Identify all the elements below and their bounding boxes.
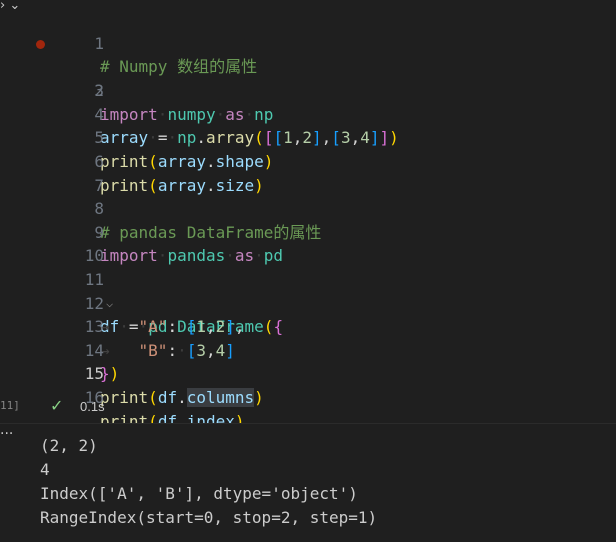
code-line-12: 12 → "A":·[1,2], <box>24 268 616 337</box>
output-line: (2, 2) <box>40 436 98 455</box>
code-line-10: 10 <box>24 221 616 265</box>
output-line: 4 <box>40 460 50 479</box>
cell-gutter: › ⌄ 11] <box>0 0 24 423</box>
code-line-4: 4 array·=·np.array([[1,2],[3,4]]) <box>24 79 616 148</box>
code-line-8: 8 # pandas DataFrame的属性 <box>24 174 616 242</box>
code-line-16: 16 print(df.index) <box>24 362 616 431</box>
output-line: RangeIndex(start=0, stop=2, step=1) <box>40 508 378 527</box>
code-line-9: 9 import·pandas·as·pd <box>24 197 616 266</box>
code-line-2: 2 import·numpy·as·np <box>24 32 616 124</box>
code-editor[interactable]: 1 # Numpy 数组的属性 2 import·numpy·as·np 3 4… <box>24 0 616 431</box>
code-line-15: 15 print(df.columns) <box>24 339 616 407</box>
output-line: Index(['A', 'B'], dtype='object') <box>40 484 358 503</box>
cell-status: ✓ 0.1s <box>24 396 616 420</box>
code-line-5: 5 print(array.shape) <box>24 103 616 171</box>
more-dots-icon[interactable]: ··· <box>0 426 13 442</box>
code-line-7: 7 <box>24 150 616 195</box>
cell-output[interactable]: ··· (2, 2) 4 Index(['A', 'B'], dtype='ob… <box>0 423 616 542</box>
check-icon: ✓ <box>50 396 64 415</box>
breakpoint-dot-icon[interactable] <box>36 40 45 49</box>
code-line-14: 14 }) <box>24 315 616 384</box>
execution-duration: 0.1s <box>80 399 105 414</box>
execution-count: 11] <box>0 399 20 412</box>
code-line-3: 3 <box>24 56 616 100</box>
code-line-1: 1 # Numpy 数组的属性 <box>24 8 616 77</box>
chevron-down-icon[interactable]: › ⌄ <box>0 0 20 13</box>
code-line-6: 6 print(array.size) <box>24 126 616 195</box>
code-line-13: 13 → "B":·[3,4] <box>24 292 616 360</box>
notebook-cell[interactable]: › ⌄ 11] 1 # Numpy 数组的属性 2 import·numpy·a… <box>0 0 616 431</box>
code-line-11: 11 ⌵ df·=·pd.DataFrame({ <box>24 244 616 336</box>
